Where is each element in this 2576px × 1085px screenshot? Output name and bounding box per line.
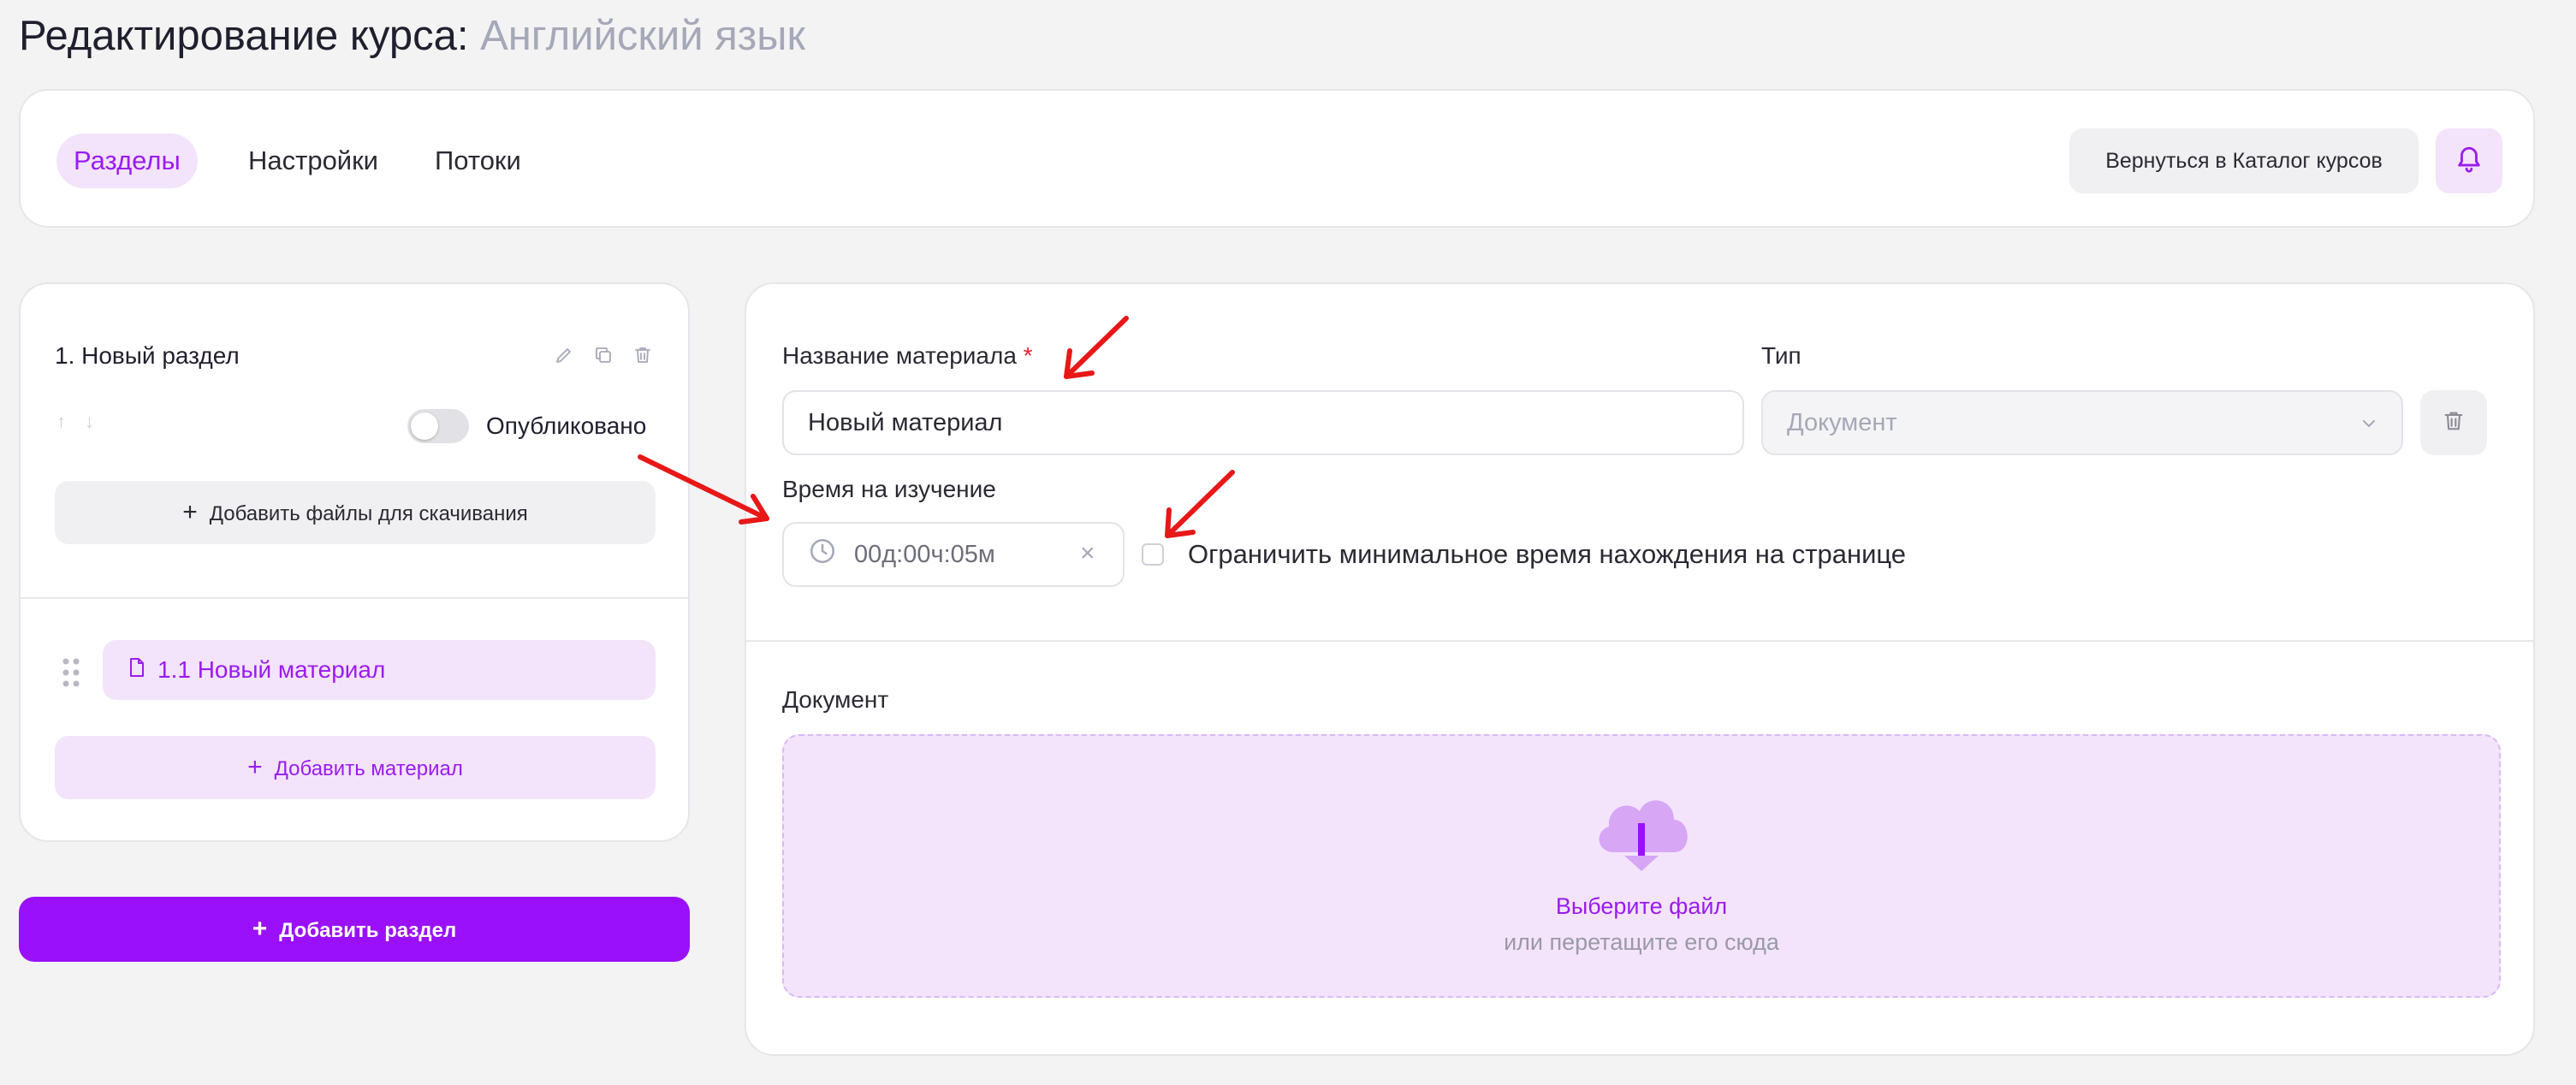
dropzone-title: Выберите файл	[1555, 893, 1728, 919]
page-title-prefix: Редактирование курса:	[19, 13, 469, 59]
top-nav-card: Разделы Настройки Потоки Вернуться в Кат…	[19, 89, 2535, 228]
type-value: Документ	[1787, 408, 1897, 436]
course-name: Английский язык	[480, 13, 805, 59]
material-name-value: Новый материал	[808, 408, 1003, 436]
tab-streams[interactable]: Потоки	[418, 133, 538, 188]
type-label: Тип	[1761, 342, 1801, 369]
trash-icon[interactable]	[630, 342, 656, 368]
material-name-label: Название материала *	[782, 342, 1033, 370]
study-time-label: Время на изучение	[782, 476, 996, 502]
chevron-down-icon	[2359, 412, 2379, 441]
limit-time-label: Ограничить минимальное время нахождения …	[1188, 539, 1907, 569]
document-icon	[128, 656, 145, 684]
toggle-knob	[411, 412, 438, 440]
section-actions	[551, 342, 656, 368]
add-section-label: Добавить раздел	[279, 919, 457, 942]
divider	[21, 597, 688, 599]
file-dropzone[interactable]: Выберите файл или перетащите его сюда	[782, 734, 2501, 998]
material-item[interactable]: 1.1 Новый материал	[103, 640, 656, 700]
plus-icon: +	[182, 498, 198, 526]
add-material-label: Добавить материал	[274, 757, 463, 780]
reorder-arrows: ↑ ↓	[56, 411, 94, 433]
published-toggle[interactable]	[407, 409, 469, 443]
add-files-button[interactable]: + Добавить файлы для скачивания	[55, 481, 656, 544]
arrow-up-icon[interactable]: ↑	[56, 411, 66, 433]
divider	[746, 640, 2533, 642]
trash-icon	[2442, 409, 2466, 437]
type-select[interactable]: Документ	[1761, 390, 2403, 455]
bell-icon	[2454, 143, 2484, 180]
notifications-button[interactable]	[2436, 128, 2502, 193]
back-to-catalog-button[interactable]: Вернуться в Каталог курсов	[2069, 128, 2419, 193]
study-time-input[interactable]: 00д:00ч:05м ×	[782, 522, 1125, 587]
document-label: Документ	[782, 686, 889, 713]
add-section-button[interactable]: + Добавить раздел	[19, 897, 690, 962]
page-title: Редактирование курса: Английский язык	[19, 12, 805, 60]
add-material-button[interactable]: + Добавить материал	[55, 736, 656, 799]
tab-sections[interactable]: Разделы	[56, 133, 198, 188]
copy-icon[interactable]	[591, 342, 616, 368]
cloud-upload-icon	[1588, 782, 1695, 880]
tab-settings[interactable]: Настройки	[231, 133, 395, 188]
material-name-input[interactable]: Новый материал	[782, 390, 1744, 455]
material-name-label-text: Название материала	[782, 342, 1017, 369]
material-editor-panel: Название материала * Новый материал Тип …	[745, 282, 2535, 1056]
pencil-icon[interactable]	[551, 342, 577, 368]
dropzone-subtitle: или перетащите его сюда	[1504, 929, 1779, 955]
limit-time-checkbox[interactable]	[1142, 543, 1164, 566]
plus-icon: +	[247, 753, 263, 781]
clear-time-icon[interactable]: ×	[1080, 539, 1095, 568]
arrow-down-icon[interactable]: ↓	[85, 411, 94, 433]
sections-panel: 1. Новый раздел ↑ ↓ Опубликовано + Добави…	[19, 282, 690, 842]
required-mark: *	[1023, 342, 1033, 369]
material-label: 1.1 Новый материал	[157, 656, 386, 683]
published-label: Опубликовано	[486, 412, 647, 439]
study-time-value: 00д:00ч:05м	[854, 540, 995, 568]
add-files-label: Добавить файлы для скачивания	[209, 502, 528, 525]
drag-handle-icon[interactable]	[62, 657, 80, 692]
section-title: 1. Новый раздел	[55, 342, 240, 369]
plus-icon: +	[252, 915, 268, 943]
clock-icon	[808, 537, 837, 572]
delete-material-button[interactable]	[2420, 390, 2487, 455]
